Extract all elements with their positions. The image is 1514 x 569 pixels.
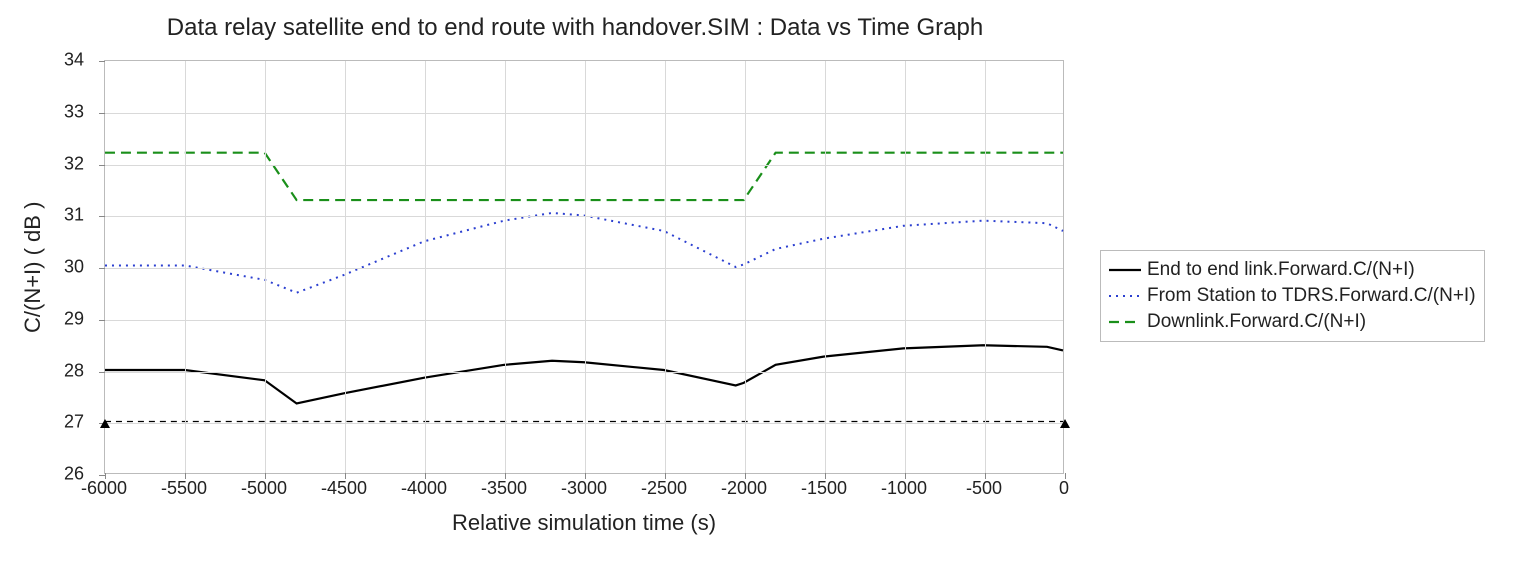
grid-line-v	[985, 61, 986, 473]
y-tick-mark	[99, 61, 105, 62]
x-tick-label: -5000	[241, 478, 287, 499]
x-axis-label: Relative simulation time (s)	[104, 510, 1064, 536]
legend-label: From Station to TDRS.Forward.C/(N+I)	[1147, 285, 1476, 307]
legend-label: Downlink.Forward.C/(N+I)	[1147, 311, 1366, 333]
x-tick-label: -4500	[321, 478, 367, 499]
x-tick-label: -2500	[641, 478, 687, 499]
y-tick-mark	[99, 268, 105, 269]
legend-swatch	[1109, 288, 1141, 304]
legend-swatch	[1109, 262, 1141, 278]
chart-svg	[105, 61, 1063, 473]
y-tick-mark	[99, 372, 105, 373]
x-tick-label: -1500	[801, 478, 847, 499]
y-tick-mark	[99, 165, 105, 166]
y-tick-label: 31	[24, 205, 84, 226]
reference-marker-left	[100, 419, 110, 428]
legend-label: End to end link.Forward.C/(N+I)	[1147, 259, 1415, 281]
y-axis-ticks: 262728293031323334	[0, 60, 96, 474]
series-line	[105, 345, 1063, 403]
grid-line-v	[745, 61, 746, 473]
grid-line-h	[105, 268, 1063, 269]
y-tick-label: 33	[24, 101, 84, 122]
grid-line-v	[905, 61, 906, 473]
chart-title: Data relay satellite end to end route wi…	[0, 14, 1150, 42]
chart-page: Data relay satellite end to end route wi…	[0, 0, 1514, 569]
y-tick-label: 30	[24, 257, 84, 278]
grid-line-h	[105, 372, 1063, 373]
y-tick-label: 26	[24, 464, 84, 485]
x-tick-label: -3000	[561, 478, 607, 499]
legend-swatch	[1109, 314, 1141, 330]
series-line	[105, 153, 1063, 200]
grid-line-v	[265, 61, 266, 473]
grid-line-v	[505, 61, 506, 473]
x-tick-label: 0	[1059, 478, 1069, 499]
x-axis-ticks: -6000-5500-5000-4500-4000-3500-3000-2500…	[104, 478, 1064, 502]
legend-row: End to end link.Forward.C/(N+I)	[1109, 257, 1476, 283]
grid-line-v	[825, 61, 826, 473]
x-tick-label: -2000	[721, 478, 767, 499]
grid-line-v	[185, 61, 186, 473]
legend-row: From Station to TDRS.Forward.C/(N+I)	[1109, 283, 1476, 309]
grid-line-v	[425, 61, 426, 473]
y-tick-mark	[99, 216, 105, 217]
y-tick-label: 32	[24, 153, 84, 174]
y-tick-mark	[99, 320, 105, 321]
y-tick-label: 34	[24, 50, 84, 71]
x-tick-label: -6000	[81, 478, 127, 499]
y-tick-label: 28	[24, 360, 84, 381]
grid-line-h	[105, 423, 1063, 424]
reference-marker-right	[1060, 419, 1070, 428]
x-tick-label: -1000	[881, 478, 927, 499]
y-tick-label: 29	[24, 308, 84, 329]
series-line	[105, 213, 1063, 293]
x-tick-label: -4000	[401, 478, 447, 499]
grid-line-h	[105, 113, 1063, 114]
y-tick-mark	[99, 113, 105, 114]
y-tick-label: 27	[24, 412, 84, 433]
grid-line-v	[585, 61, 586, 473]
x-tick-label: -5500	[161, 478, 207, 499]
x-tick-label: -3500	[481, 478, 527, 499]
grid-line-h	[105, 320, 1063, 321]
x-tick-label: -500	[966, 478, 1002, 499]
grid-line-v	[345, 61, 346, 473]
y-tick-mark	[99, 475, 105, 476]
legend-row: Downlink.Forward.C/(N+I)	[1109, 309, 1476, 335]
grid-line-h	[105, 165, 1063, 166]
legend: End to end link.Forward.C/(N+I) From Stat…	[1100, 250, 1485, 342]
grid-line-h	[105, 216, 1063, 217]
grid-line-v	[665, 61, 666, 473]
plot-area	[104, 60, 1064, 474]
